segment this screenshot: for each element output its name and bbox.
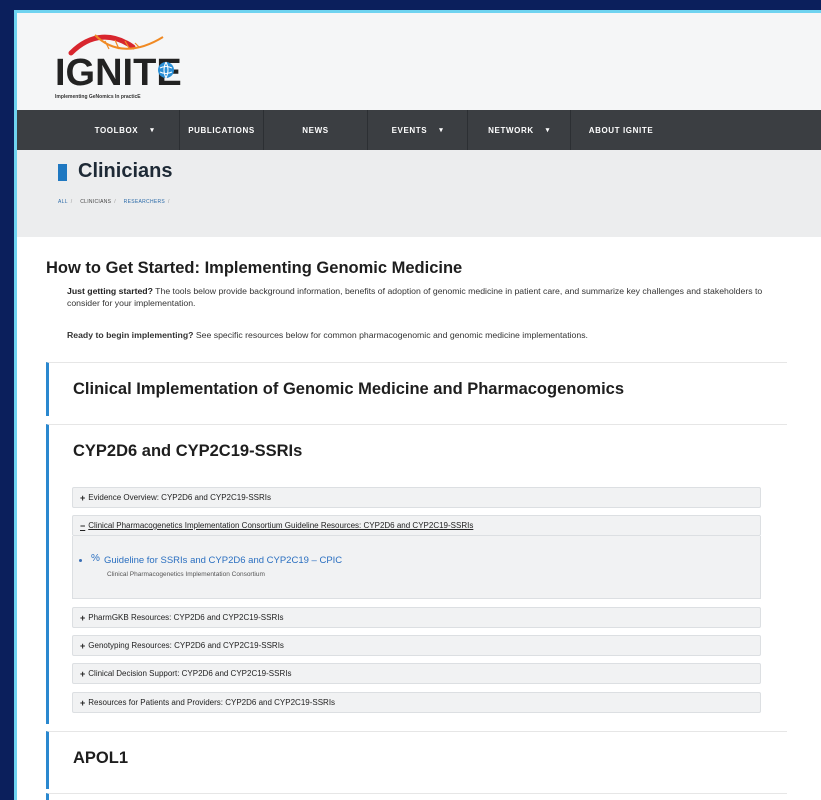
accordion-label: Evidence Overview: CYP2D6 and CYP2C19-SS… [88,493,272,502]
accordion-clinical-decision-support[interactable]: + Clinical Decision Support: CYP2D6 and … [72,663,761,684]
section-heading: How to Get Started: Implementing Genomic… [46,259,463,277]
ready-paragraph: Ready to begin implementing? See specifi… [67,330,588,340]
main-navigation: TOOLBOX ▾ PUBLICATIONS NEWS EVENTS ▾ NET… [17,110,821,150]
breadcrumb-clinicians[interactable]: CLINICIANS [80,199,111,205]
plus-icon: + [80,697,86,708]
chevron-down-icon: ▾ [545,127,550,134]
accordion-cpic-guideline[interactable]: − Clinical Pharmacogenetics Implementati… [72,515,761,536]
plus-icon: + [80,612,86,623]
section-next-partial [46,793,787,800]
ready-lead: Ready to begin implementing? [67,330,194,340]
accordion-patient-provider-resources[interactable]: + Resources for Patients and Providers: … [72,692,761,713]
page-title-bar: Clinicians ALL / CLINICIANS / RESEARCHERS / [17,150,821,237]
nav-item-publications[interactable]: PUBLICATIONS [180,110,264,150]
section-title: APOL1 [73,749,129,767]
plus-icon: + [80,640,86,651]
breadcrumb: ALL / CLINICIANS / RESEARCHERS / [58,199,170,205]
accordion-evidence-overview[interactable]: + Evidence Overview: CYP2D6 and CYP2C19-… [72,487,761,508]
globe-icon [158,61,174,79]
site-header: IGNITE Implementing GeNomics In practicE [17,13,821,110]
section-apol1[interactable]: APOL1 [46,731,787,789]
minus-icon: − [80,520,86,531]
accordion-cpic-body: % Guideline for SSRIs and CYP2D6 and CYP… [72,536,761,599]
intro-body: The tools below provide background infor… [67,286,763,308]
breadcrumb-researchers[interactable]: RESEARCHERS [124,199,165,205]
accordion-pharmgkb[interactable]: + PharmGKB Resources: CYP2D6 and CYP2C19… [72,607,761,628]
cpic-guideline-link[interactable]: Guideline for SSRIs and CYP2D6 and CYP2C… [104,555,342,566]
breadcrumb-all[interactable]: ALL [58,199,68,205]
accordion-genotyping[interactable]: + Genotyping Resources: CYP2D6 and CYP2C… [72,635,761,656]
accordion-label: PharmGKB Resources: CYP2D6 and CYP2C19-S… [88,613,284,622]
nav-label: EVENTS [391,125,428,135]
nav-label: ABOUT IGNITE [588,125,654,135]
accordion-label: Resources for Patients and Providers: CY… [88,698,336,707]
nav-item-network[interactable]: NETWORK ▾ [468,110,571,150]
nav-item-news[interactable]: NEWS [264,110,368,150]
nav-item-events[interactable]: EVENTS ▾ [368,110,468,150]
plus-icon: + [80,668,86,679]
chevron-down-icon: ▾ [439,127,444,134]
accordion-label: Clinical Pharmacogenetics Implementation… [88,521,474,530]
nav-label: PUBLICATIONS [188,125,255,135]
accordion-label: Clinical Decision Support: CYP2D6 and CY… [88,669,292,678]
logo-tagline: Implementing GeNomics In practicE [55,94,141,100]
accordion-label: Genotyping Resources: CYP2D6 and CYP2C19… [88,641,284,650]
intro-paragraph: Just getting started? The tools below pr… [67,285,767,309]
chevron-down-icon: ▾ [150,127,155,134]
ready-body: See specific resources below for common … [193,330,588,340]
nav-label: TOOLBOX [94,125,139,135]
link-icon: % [91,553,100,564]
plus-icon: + [80,492,86,503]
section-clinical-implementation[interactable]: Clinical Implementation of Genomic Medic… [46,362,787,416]
ignite-logo[interactable]: IGNITE Implementing GeNomics In practicE [53,31,193,101]
intro-lead: Just getting started? [67,286,153,296]
bullet-icon [79,559,82,562]
cpic-source: Clinical Pharmacogenetics Implementation… [107,571,265,578]
browser-viewport: IGNITE Implementing GeNomics In practicE… [14,10,821,800]
nav-label: NEWS [302,125,329,135]
section-title: Clinical Implementation of Genomic Medic… [73,380,625,398]
nav-item-about-ignite[interactable]: ABOUT IGNITE [571,110,671,150]
section-title[interactable]: CYP2D6 and CYP2C19-SSRIs [73,442,302,461]
page-title: Clinicians [78,160,173,182]
title-accent-bar [58,164,67,181]
nav-item-toolbox[interactable]: TOOLBOX ▾ [70,110,180,150]
nav-label: NETWORK [488,125,534,135]
